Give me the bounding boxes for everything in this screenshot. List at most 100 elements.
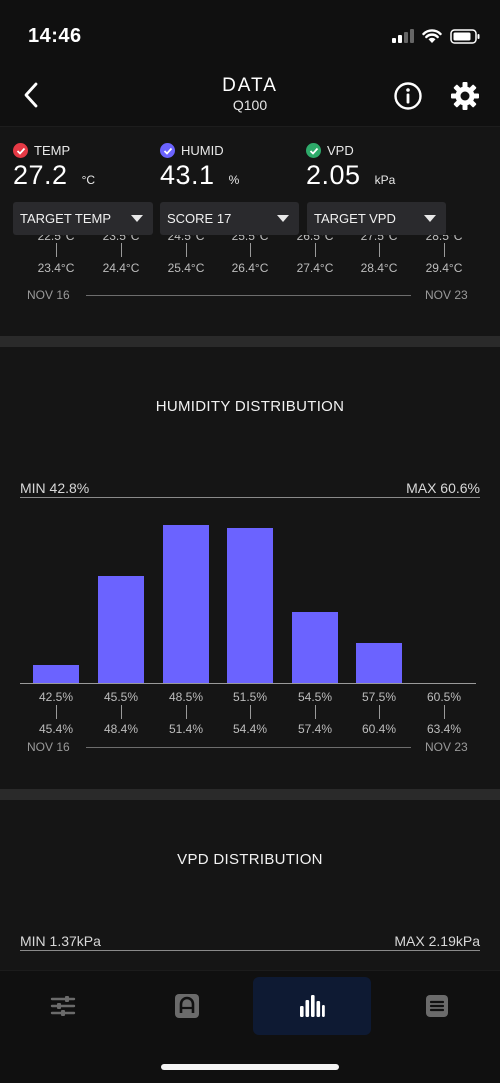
humidity-range-start-label: 57.5% [361, 690, 397, 704]
home-indicator [161, 1064, 339, 1070]
score-dropdown[interactable]: SCORE 17 [160, 202, 299, 235]
bar-chart-icon [300, 995, 325, 1017]
humidity-minmax-line [20, 497, 480, 498]
temp-range-start-label: 23.5°C [102, 235, 140, 243]
histogram-bar[interactable] [356, 643, 402, 683]
page-title: DATA [222, 75, 278, 96]
status-bar: 14:46 [0, 0, 500, 70]
temp-value: 27.2 [13, 160, 68, 190]
humidity-range-end-label: 51.4% [168, 722, 204, 736]
nav-bar: DATA Q100 [0, 70, 500, 126]
section-divider [0, 789, 500, 800]
humidity-date-end: NOV 23 [425, 740, 468, 754]
controller-icon [175, 994, 199, 1018]
target-temp-dropdown[interactable]: TARGET TEMP [13, 202, 153, 235]
dropdown-label: TARGET TEMP [20, 211, 112, 226]
dropdown-label: TARGET VPD [314, 211, 396, 226]
temp-range-start-label: 22.5°C [37, 235, 75, 243]
temp-axis-inner: 22.5°C 23.4°C 23.5°C 24.4°C 24.5°C 25.4°C 25.5… [0, 235, 500, 315]
info-button[interactable] [392, 80, 424, 112]
vpd-min-label: MIN 1.37kPa [20, 933, 101, 949]
vpd-reading: VPD 2.05 kPa [306, 143, 395, 191]
humidity-range-end-label: 60.4% [361, 722, 397, 736]
humidity-range-end-label: 54.4% [232, 722, 268, 736]
settings-button[interactable] [449, 80, 481, 112]
humid-reading: HUMID 43.1 % [160, 143, 239, 191]
temp-range-start-label: 24.5°C [167, 235, 205, 243]
range-tick [186, 243, 187, 257]
tab-settings[interactable] [4, 977, 122, 1035]
range-tick [444, 243, 445, 257]
tab-controller[interactable] [128, 977, 246, 1035]
range-tick [315, 705, 316, 719]
vpd-unit: kPa [374, 173, 396, 187]
humid-unit: % [228, 173, 240, 187]
caret-down-icon [277, 215, 289, 222]
humidity-date-line [86, 747, 411, 748]
range-tick [186, 705, 187, 719]
temp-date-line [86, 295, 411, 296]
status-time: 14:46 [28, 25, 82, 47]
humidity-max-label: MAX 60.6% [406, 480, 480, 496]
histogram-bar[interactable] [98, 576, 144, 683]
humidity-min-label: MIN 42.8% [20, 480, 90, 496]
check-icon [306, 143, 321, 158]
humidity-range-start-label: 48.5% [168, 690, 204, 704]
humidity-range-start-label: 45.5% [103, 690, 139, 704]
temp-range-end-label: 24.4°C [102, 261, 140, 275]
histogram-bar[interactable] [33, 665, 79, 683]
temp-range-end-label: 25.4°C [167, 261, 205, 275]
check-icon [13, 143, 28, 158]
section-divider [0, 336, 500, 347]
histogram-bar[interactable] [292, 612, 338, 683]
vpd-value: 2.05 [306, 160, 361, 190]
gear-icon [451, 82, 479, 110]
temp-range-end-label: 27.4°C [296, 261, 334, 275]
cellular-signal-icon [392, 29, 414, 43]
humidity-date-start: NOV 16 [27, 740, 70, 754]
readings-panel: TEMP 27.2 °C HUMID 43.1 % VPD 2.05 kPa T… [0, 126, 500, 336]
check-icon [160, 143, 175, 158]
vpd-chart-title: VPD DISTRIBUTION [177, 851, 323, 868]
range-tick [379, 243, 380, 257]
tab-list[interactable] [378, 977, 496, 1035]
humidity-range-start-label: 54.5% [297, 690, 333, 704]
humidity-distribution-panel: HUMIDITY DISTRIBUTION MIN 42.8% MAX 60.6… [0, 347, 500, 789]
temp-date-end: NOV 23 [425, 288, 468, 302]
tab-data[interactable] [253, 977, 371, 1035]
vpd-label: VPD [327, 143, 354, 158]
humidity-range-end-label: 48.4% [103, 722, 139, 736]
wifi-icon [422, 28, 442, 43]
caret-down-icon [131, 215, 143, 222]
status-icons [392, 26, 480, 46]
humidity-chart-title: HUMIDITY DISTRIBUTION [155, 398, 345, 415]
caret-down-icon [424, 215, 436, 222]
humidity-range-start-label: 51.5% [232, 690, 268, 704]
target-vpd-dropdown[interactable]: TARGET VPD [307, 202, 446, 235]
temp-label: TEMP [34, 143, 71, 158]
vpd-max-label: MAX 2.19kPa [394, 933, 480, 949]
device-name: Q100 [232, 97, 268, 113]
range-tick [444, 705, 445, 719]
range-tick [121, 243, 122, 257]
temp-range-end-label: 26.4°C [231, 261, 269, 275]
temp-range-end-label: 29.4°C [425, 261, 463, 275]
temp-reading: TEMP 27.2 °C [13, 143, 95, 191]
battery-icon [450, 28, 480, 44]
range-tick [379, 705, 380, 719]
histogram-bar[interactable] [163, 525, 209, 683]
humidity-histogram: 42.5% 45.4% 45.5% 48.4% 48.5% 51.4% 51.5% 54.4%… [0, 517, 500, 757]
dropdown-label: SCORE 17 [167, 211, 232, 226]
temp-date-start: NOV 16 [27, 288, 70, 302]
temp-range-end-label: 23.4°C [37, 261, 75, 275]
range-tick [250, 243, 251, 257]
histogram-bar[interactable] [227, 528, 273, 683]
list-icon [426, 995, 448, 1017]
temp-range-start-label: 25.5°C [231, 235, 269, 243]
range-tick [121, 705, 122, 719]
vpd-distribution-panel: VPD DISTRIBUTION MIN 1.37kPa MAX 2.19kPa [0, 800, 500, 970]
temp-range-start-label: 28.5°C [425, 235, 463, 243]
humidity-range-start-label: 60.5% [426, 690, 462, 704]
temp-unit: °C [81, 173, 96, 187]
humid-label: HUMID [181, 143, 224, 158]
